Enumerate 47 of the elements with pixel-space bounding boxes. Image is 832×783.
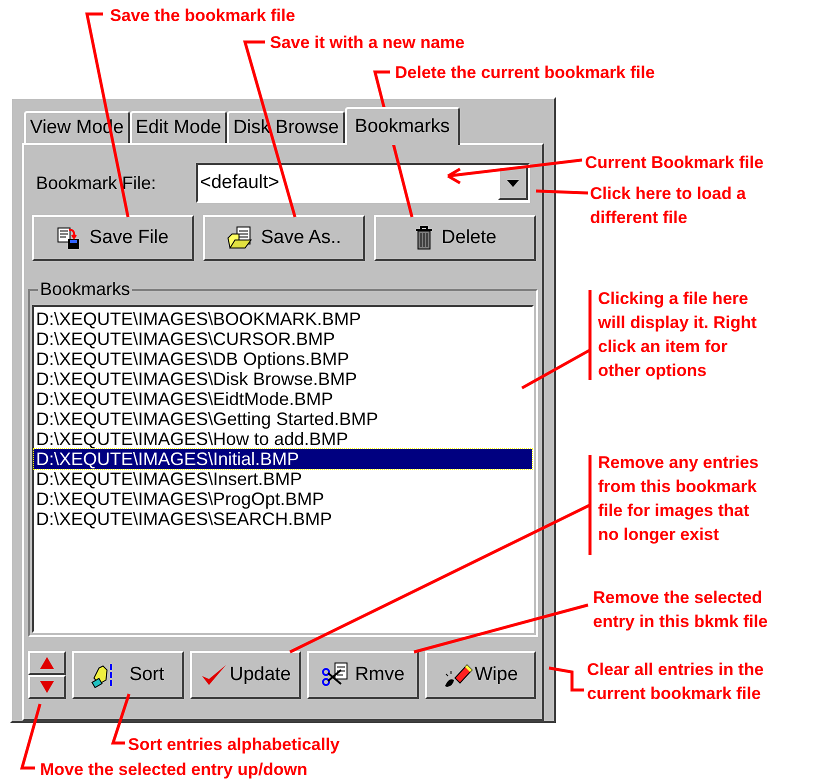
tab[interactable]: Bookmarks [344,107,460,145]
bookmark-item[interactable]: D:\XEQUTE\IMAGES\BOOKMARK.BMP [34,309,532,329]
annotation-text: Delete the current bookmark file [395,62,655,84]
trash-can-icon [414,225,434,251]
sort-button[interactable]: Sort [72,651,184,699]
floppy-disk-icon [57,226,82,250]
move-down-button[interactable] [28,675,66,699]
folder-document-icon [226,226,253,250]
save-as-button[interactable]: Save As.. [203,215,365,261]
bookmark-file-label: Bookmark File: [36,172,158,194]
annotation-text: Clear all entries in the current bookmark file [587,659,764,705]
tab[interactable]: Edit Mode [130,111,228,143]
annotation-text: Save the bookmark file [110,5,296,27]
bookmark-item[interactable]: D:\XEQUTE\IMAGES\EidtMode.BMP [34,389,532,409]
up-arrow-icon [40,657,54,669]
annotation-text: Remove the selected entry in this bkmk file [593,587,768,633]
move-up-button[interactable] [28,651,66,675]
bookmark-item[interactable]: D:\XEQUTE\IMAGES\SEARCH.BMP [34,509,532,529]
bookmark-item[interactable]: D:\XEQUTE\IMAGES\CURSOR.BMP [34,329,532,349]
leader-line [548,666,584,692]
bookmark-item[interactable]: D:\XEQUTE\IMAGES\How to add.BMP [34,429,532,449]
wipe-button[interactable]: Wipe [424,651,536,699]
annotation-text: Click here to load a different file [590,183,746,229]
dropdown-arrow-button[interactable] [498,166,528,200]
annotation-text: Move the selected entry up/down [40,759,308,781]
leader-line [20,704,42,770]
annotation-text: Sort entries alphabetically [128,734,340,756]
annotation-text: Clicking a file here will display it. Right click an item for other options [598,288,757,382]
leader-line [536,190,588,194]
bookmark-file-dropdown[interactable]: <default> [196,163,530,203]
eraser-icon [442,662,473,688]
bookmark-item[interactable]: D:\XEQUTE\IMAGES\DB Options.BMP [34,349,532,369]
bookmark-item[interactable]: D:\XEQUTE\IMAGES\Insert.BMP [34,469,532,489]
delete-button[interactable]: Delete [374,215,536,261]
annotation-text: Remove any entries from this bookmark file for images that no longer exist [598,452,759,546]
bookmark-item[interactable]: D:\XEQUTE\IMAGES\Initial.BMP [34,449,532,469]
caret-icon [507,180,519,186]
bookmark-item[interactable]: D:\XEQUTE\IMAGES\Disk Browse.BMP [34,369,532,389]
remove-button[interactable]: Rmve [307,651,418,699]
down-arrow-icon [40,681,54,693]
bookmark-item[interactable]: D:\XEQUTE\IMAGES\Getting Started.BMP [34,409,532,429]
save-file-button[interactable]: Save File [32,215,194,261]
annotation-text: Current Bookmark file [585,152,764,174]
update-button[interactable]: Update [190,651,301,699]
leader-line [110,694,130,744]
annotation-text: Save it with a new name [270,32,465,54]
bookmark-item[interactable]: D:\XEQUTE\IMAGES\ProgOpt.BMP [34,489,532,509]
